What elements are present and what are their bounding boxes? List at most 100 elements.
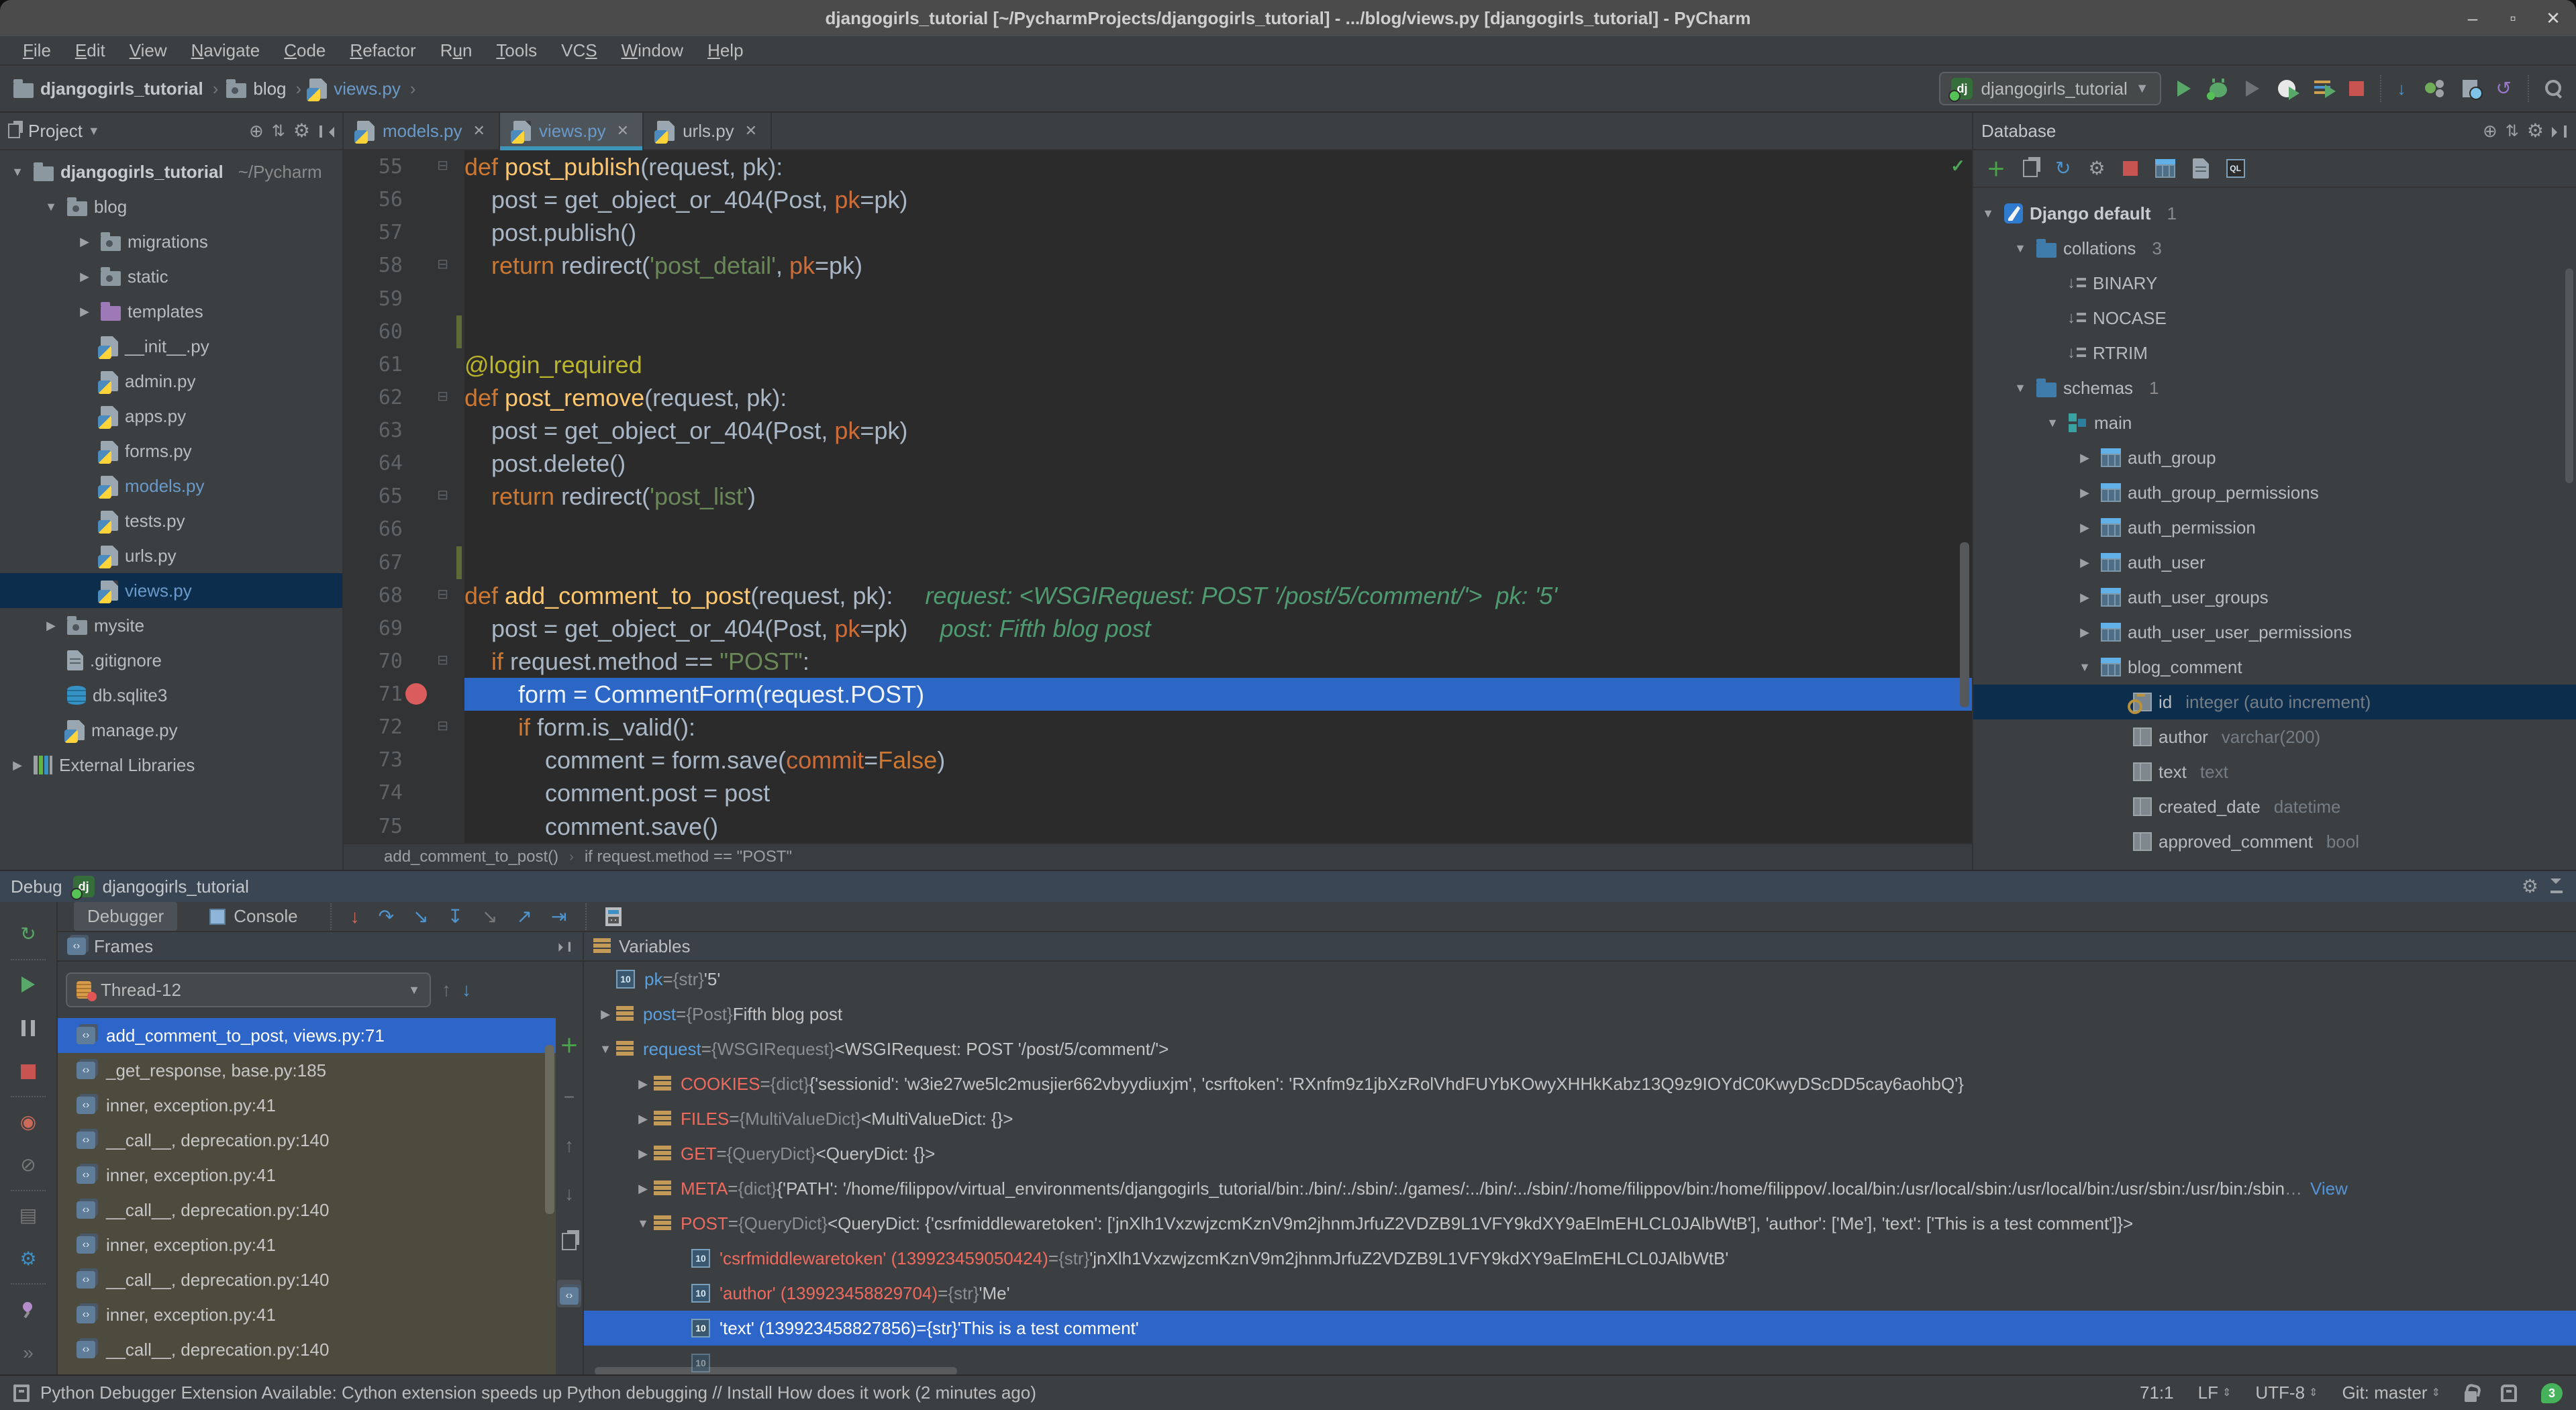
db-tree-item-RTRIM[interactable]: RTRIM	[1973, 336, 2576, 370]
gutter[interactable]: 68 ⊟	[344, 578, 464, 612]
chevron-icon[interactable]: ▶	[75, 270, 94, 284]
caret-position-widget[interactable]: 71:1	[2140, 1382, 2174, 1403]
fold-icon[interactable]: ⊟	[437, 388, 448, 405]
menu-refactor[interactable]: Refactor	[338, 40, 428, 61]
gutter[interactable]: 73	[344, 744, 464, 777]
close-icon[interactable]: ✕	[617, 122, 629, 140]
editor-line-63[interactable]: 63 post = get_object_or_404(Post, pk=pk)	[344, 414, 1972, 448]
gear-icon[interactable]: ⚙	[293, 121, 310, 140]
gutter[interactable]: 72 ⊟	[344, 711, 464, 744]
previous-frame-icon[interactable]: ↑	[442, 980, 451, 999]
fold-icon[interactable]: ⊟	[437, 652, 448, 668]
rollback-icon[interactable]: ↺	[2496, 79, 2512, 98]
search-everywhere-icon[interactable]	[2545, 80, 2563, 97]
gutter[interactable]: 65 ⊟	[344, 480, 464, 513]
project-tree-item-blog[interactable]: ▼ blog	[0, 189, 342, 224]
chevron-icon[interactable]: ▶	[8, 758, 27, 772]
thread-selector[interactable]: Thread-12 ▼	[66, 972, 431, 1007]
project-tree-item-urls.py[interactable]: urls.py	[0, 538, 342, 573]
fold-icon[interactable]: ⊟	[437, 256, 448, 272]
db-tree-item-auth_user_user_permissions[interactable]: ▶ auth_user_user_permissions	[1973, 615, 2576, 650]
menu-code[interactable]: Code	[272, 40, 338, 61]
run-icon[interactable]	[2177, 81, 2191, 97]
step-out-icon[interactable]: ↗	[516, 907, 532, 926]
chevron-icon[interactable]: ▼	[2011, 242, 2030, 256]
project-tree-item-forms.py[interactable]: forms.py	[0, 434, 342, 468]
debug-tab[interactable]: Debug	[11, 876, 62, 897]
fold-icon[interactable]: ⊟	[437, 717, 448, 734]
editor-tab-views.py[interactable]: views.py ✕	[499, 113, 644, 150]
chevron-icon[interactable]: ▶	[632, 1147, 654, 1161]
frame-row[interactable]: ‹› inner, exception.py:41	[58, 1088, 556, 1123]
lock-icon[interactable]	[2465, 1391, 2477, 1402]
editor-line-66[interactable]: 66	[344, 513, 1972, 546]
locate-file-icon[interactable]: ⊕	[249, 121, 264, 142]
run-to-cursor-icon[interactable]: ⇥	[551, 907, 566, 926]
gutter[interactable]: 64	[344, 447, 464, 481]
menu-run[interactable]: Run	[428, 40, 485, 61]
editor-line-69[interactable]: 69 post = get_object_or_404(Post, pk=pk)…	[344, 611, 1972, 645]
project-tree-item-__init__.py[interactable]: __init__.py	[0, 329, 342, 364]
chevron-icon[interactable]: ▶	[2075, 521, 2094, 535]
view-breakpoints-icon[interactable]: ◉	[0, 1100, 56, 1144]
edit-icon[interactable]	[2192, 158, 2209, 179]
table-view-icon[interactable]	[2154, 159, 2175, 178]
project-tree-item-mysite[interactable]: ▶ mysite	[0, 608, 342, 643]
variable-row[interactable]: ▼ request = {WSGIRequest} <WSGIRequest: P…	[584, 1031, 2576, 1066]
view-link[interactable]: View	[2310, 1178, 2348, 1199]
breadcrumb-item[interactable]: add_comment_to_post()	[384, 848, 558, 866]
db-tree-item-author[interactable]: author varchar(200)	[1973, 719, 2576, 754]
variable-row[interactable]: 10'csrfmiddlewaretoken' (139923459050424…	[584, 1241, 2576, 1276]
concurrency-diagram-icon[interactable]	[2314, 81, 2336, 98]
editor-line-72[interactable]: 72 ⊟ if form.is_valid():	[344, 711, 1972, 744]
chevron-icon[interactable]: ▶	[595, 1007, 616, 1021]
gutter[interactable]: 60	[344, 315, 464, 348]
git-branch-widget[interactable]: Git: master ⇕	[2342, 1382, 2440, 1403]
editor-line-70[interactable]: 70 ⊟ if request.method == "POST":	[344, 644, 1972, 678]
collapse-all-icon[interactable]: ⇅	[272, 121, 285, 141]
breadcrumb-item[interactable]: views.py ›	[307, 79, 418, 101]
editor-line-64[interactable]: 64 post.delete()	[344, 447, 1972, 481]
frame-row[interactable]: ‹› __call__, deprecation.py:140	[58, 1193, 556, 1227]
chevron-icon[interactable]: ▶	[2075, 625, 2094, 640]
frame-row[interactable]: ‹› inner, exception.py:41	[58, 1297, 556, 1332]
gutter[interactable]: 66	[344, 513, 464, 546]
chevron-icon[interactable]: ▶	[2075, 451, 2094, 465]
db-tree-item-BINARY[interactable]: BINARY	[1973, 266, 2576, 301]
db-tree-item-auth_user[interactable]: ▶ auth_user	[1973, 545, 2576, 580]
editor-scrollbar[interactable]	[1960, 542, 1969, 707]
inspections-ok-icon[interactable]: ✓	[1950, 156, 1965, 177]
editor-line-61[interactable]: 61 @login_required	[344, 348, 1972, 381]
db-tree-item-Django default[interactable]: ▼ Django default 1	[1973, 196, 2576, 231]
editor-tab-models.py[interactable]: models.py ✕	[344, 113, 500, 149]
ql-console-icon[interactable]: QL	[2226, 159, 2245, 178]
menu-help[interactable]: Help	[695, 40, 755, 61]
commit-icon[interactable]	[2424, 80, 2444, 97]
variable-row[interactable]: 10'author' (139923458829704) = {str} 'Me…	[584, 1276, 2576, 1311]
editor-line-68[interactable]: 68 ⊟ def add_comment_to_post(request, pk):…	[344, 578, 1972, 612]
chevron-icon[interactable]: ▼	[42, 200, 60, 214]
menu-view[interactable]: View	[117, 40, 179, 61]
project-tree-item-migrations[interactable]: ▶ migrations	[0, 224, 342, 259]
gutter[interactable]: 62 ⊟	[344, 381, 464, 414]
variable-row[interactable]: ▼ POST = {QueryDict} <QueryDict: {'csrfmi…	[584, 1206, 2576, 1241]
refresh-icon[interactable]: ↻	[2055, 159, 2071, 178]
variable-row[interactable]: ▶ GET = {QueryDict} <QueryDict: {}>	[584, 1136, 2576, 1171]
breadcrumb-item[interactable]: blog ›	[226, 79, 304, 99]
stop-icon[interactable]	[0, 1050, 56, 1093]
run-with-coverage-icon[interactable]	[2245, 81, 2259, 97]
editor-line-57[interactable]: 57 post.publish()	[344, 216, 1972, 250]
db-tree-item-auth_group[interactable]: ▶ auth_group	[1973, 440, 2576, 475]
chevron-icon[interactable]: ▶	[2075, 486, 2094, 500]
update-project-icon[interactable]: ↓	[2397, 79, 2406, 99]
gear-icon[interactable]: ⚙	[2522, 877, 2538, 896]
chevron-icon[interactable]: ▼	[632, 1217, 654, 1231]
frame-row[interactable]: ‹› _get_response, base.py:185	[58, 1053, 556, 1088]
chevron-icon[interactable]: ▶	[42, 619, 60, 633]
variable-row[interactable]: 10'text' (139923458827856) = {str} 'This…	[584, 1311, 2576, 1346]
variable-row[interactable]: ▶ post = {Post} Fifth blog post	[584, 997, 2576, 1031]
copy-stack-icon[interactable]	[562, 1233, 577, 1250]
frame-row[interactable]: ‹› __call__, deprecation.py:140	[58, 1262, 556, 1297]
restore-layout-icon[interactable]: ▤	[0, 1194, 56, 1238]
project-tree-item-db.sqlite3[interactable]: db.sqlite3	[0, 678, 342, 713]
